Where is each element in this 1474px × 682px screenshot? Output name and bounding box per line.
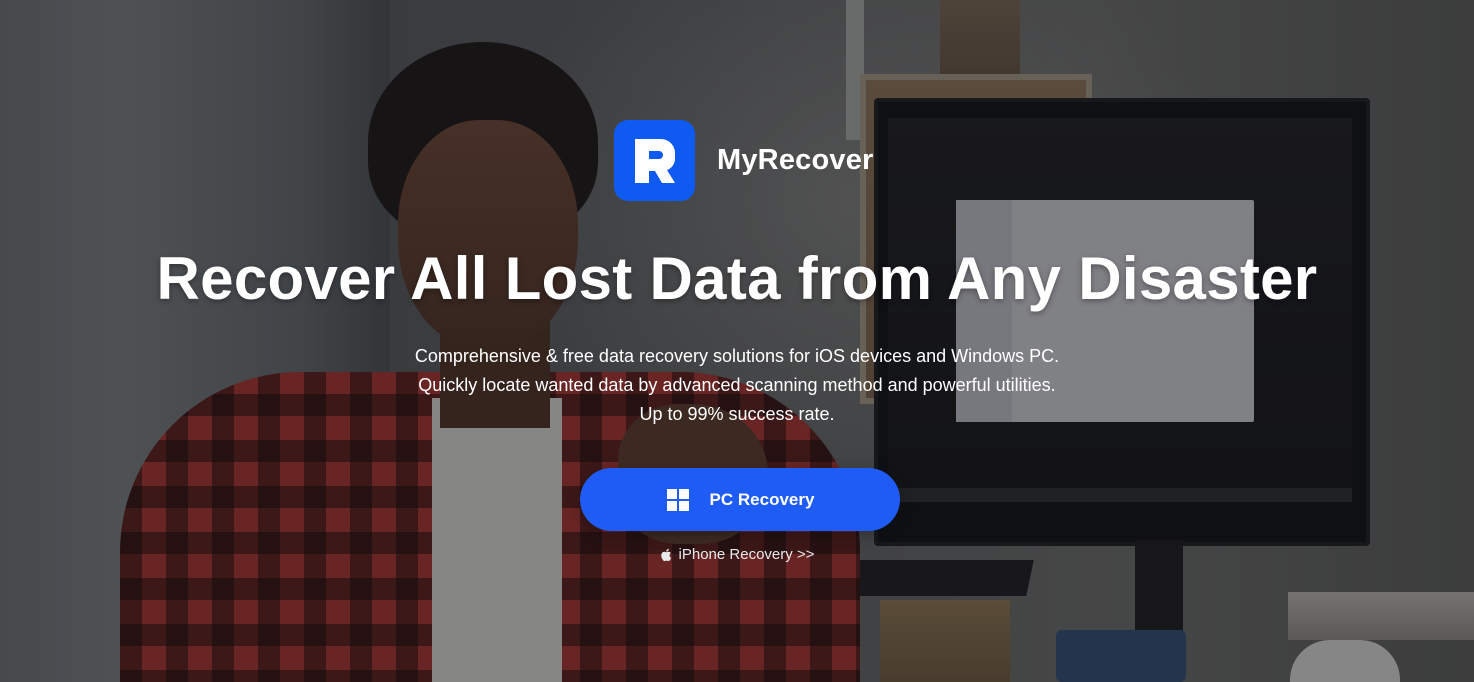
iphone-recovery-link[interactable]: iPhone Recovery >>	[0, 546, 1474, 563]
page-title: Recover All Lost Data from Any Disaster	[156, 245, 1318, 312]
pc-recovery-button[interactable]: PC Recovery	[580, 468, 900, 531]
subtitle-line: Up to 99% success rate.	[639, 404, 835, 424]
hero-section: MyRecover Recover All Lost Data from Any…	[0, 0, 1474, 682]
subtitle-line: Comprehensive & free data recovery solut…	[414, 346, 1060, 366]
iphone-recovery-label: iPhone Recovery >>	[678, 546, 815, 563]
hero-subtitle: Comprehensive & free data recovery solut…	[0, 342, 1474, 429]
hero-content: MyRecover Recover All Lost Data from Any…	[0, 0, 1474, 682]
apple-icon	[660, 548, 672, 562]
subtitle-line: Quickly locate wanted data by advanced s…	[418, 375, 1056, 395]
pc-recovery-label: PC Recovery	[709, 489, 815, 509]
brand[interactable]: MyRecover	[614, 120, 874, 201]
myrecover-logo-icon[interactable]	[614, 120, 695, 201]
windows-icon	[666, 488, 690, 512]
brand-name: MyRecover	[717, 144, 874, 176]
